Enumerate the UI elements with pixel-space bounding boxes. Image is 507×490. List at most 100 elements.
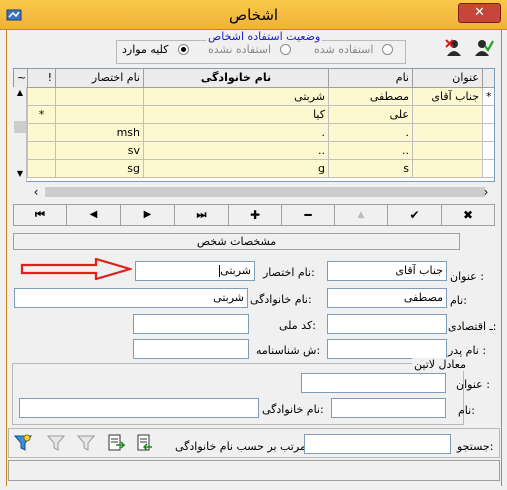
import-icon[interactable] [136,434,154,452]
father-name-input[interactable] [327,339,447,359]
export-icon[interactable] [107,434,125,452]
table-cell-name[interactable]: مصطفی [329,88,413,106]
table-cell-excl[interactable] [28,142,56,160]
table-row-indicator [483,106,494,124]
grid-horizontal-scrollbar[interactable]: ‹ › [13,184,495,200]
filter-icon[interactable] [14,434,32,452]
status-bar [8,460,500,481]
radio-used-label: استفاده شده [314,43,374,56]
radio-all[interactable]: کلیه موارد [122,43,202,57]
father-name-label: نام پدر : [448,344,487,357]
grid-col-indicator [483,69,494,88]
latin-family-input[interactable] [19,398,259,418]
table-cell-title[interactable]: جناب آقای [413,88,483,106]
latin-name-input[interactable] [331,398,446,418]
window-title: اشخاص [228,6,279,24]
economic-code-input[interactable] [327,314,447,334]
grid-col-abbr[interactable]: نام اختصار [56,69,144,88]
latin-title-input[interactable] [301,373,446,393]
person-details-header: مشخصات شخص [13,233,460,250]
nav-first-button[interactable]: ⏮ [14,205,67,225]
title-label: عنوان : [450,270,484,283]
radio-used-circle[interactable] [382,44,393,55]
table-cell-family[interactable]: شربتی [144,88,329,106]
radio-unused-circle[interactable] [280,44,291,55]
grid-col-name[interactable]: نام [329,69,413,88]
nav-next-button[interactable]: ▶ [121,205,175,225]
nav-delete-button[interactable]: ━ [282,205,335,225]
user-remove-icon[interactable] [444,38,464,58]
table-cell-name[interactable]: علی [329,106,413,124]
scroll-left-arrow[interactable]: ‹ [29,184,43,200]
user-accept-icon[interactable] [474,38,494,58]
table-cell-family[interactable]: . [144,124,329,142]
table-cell-family[interactable]: کیا [144,106,329,124]
id-card-input[interactable] [133,339,249,359]
sort-label: مرتب بر حسب نام خانوادگی [175,440,306,453]
grid-col-excl[interactable]: ! [28,69,56,88]
close-button[interactable]: ✕ [458,3,501,23]
title-input[interactable]: جناب آقای [327,261,447,281]
filter-off-icon[interactable] [77,434,95,452]
table-cell-family[interactable]: g [144,160,329,178]
family-label: نام خانوادگی: [250,293,312,306]
abbr-input[interactable]: شربتی [135,261,255,281]
table-cell-abbr[interactable] [56,88,144,106]
radio-all-circle[interactable] [178,44,189,55]
table-cell-excl[interactable] [28,124,56,142]
nav-insert-button[interactable]: ✚ [229,205,282,225]
latin-group-title: معادل لاتین [412,358,468,371]
radio-unused[interactable]: استفاده نشده [208,43,298,57]
scroll-h-thumb[interactable] [45,187,485,197]
table-cell-abbr[interactable] [56,106,144,124]
table-row-indicator: * [483,88,494,106]
national-code-input[interactable] [133,314,249,334]
nav-last-button[interactable]: ⏭ [175,205,229,225]
filter-clear-icon[interactable] [47,434,65,452]
usage-status-title: وضعیت استفاده اشخاص [206,30,323,43]
red-arrow-icon [20,258,132,280]
abbr-label: نام اختصار: [263,266,315,279]
latin-family-label: نام خانوادگی: [262,403,324,416]
latin-name-label: نام: [458,404,475,417]
nav-edit-button[interactable]: ▲ [335,205,388,225]
nav-post-button[interactable]: ✔ [388,205,442,225]
table-cell-abbr[interactable]: sg [56,160,144,178]
table-cell-excl[interactable] [28,160,56,178]
table-cell-name[interactable]: s [329,160,413,178]
nav-prior-button[interactable]: ◀ [67,205,121,225]
table-cell-excl[interactable]: * [28,106,56,124]
table-cell-name[interactable]: . [329,124,413,142]
table-row-indicator [483,124,494,142]
table-row-indicator [483,160,494,178]
name-input[interactable]: مصطفی [327,288,447,308]
grid-vertical-scrollbar[interactable]: ▲ ▼ [13,87,27,182]
sort-input[interactable] [304,434,451,454]
scroll-right-arrow[interactable]: › [479,184,493,200]
scroll-down-arrow[interactable]: ▼ [13,169,27,179]
table-cell-abbr[interactable]: sv [56,142,144,160]
grid-col-title[interactable]: عنوان [413,69,483,88]
table-cell-title[interactable] [413,124,483,142]
radio-used[interactable]: استفاده شده [310,43,400,57]
family-input[interactable]: شربتی [14,288,248,308]
grid-col-family[interactable]: نام خانوادگی [144,69,329,88]
scroll-up-arrow[interactable]: ▲ [13,88,27,98]
table-cell-abbr[interactable]: msh [56,124,144,142]
scroll-thumb[interactable] [14,121,26,133]
nav-cancel-button[interactable]: ✖ [442,205,494,225]
radio-unused-label: استفاده نشده [208,43,272,56]
table-row-indicator [483,142,494,160]
table-cell-title[interactable] [413,142,483,160]
table-cell-excl[interactable] [28,88,56,106]
table-cell-family[interactable]: .. [144,142,329,160]
table-cell-name[interactable]: .. [329,142,413,160]
table-cell-title[interactable] [413,160,483,178]
national-code-label: کد ملی: [279,319,316,332]
id-card-label: ش شناسنامه: [256,344,321,357]
table-cell-title[interactable] [413,106,483,124]
persons-grid[interactable]: ~ ! نام اختصار نام خانوادگی نام عنوان * … [13,68,495,182]
economic-code-label: ـ اقتصادی: [448,320,497,333]
grid-col-tilde[interactable]: ~ [14,69,28,88]
db-navigator: ⏮ ◀ ▶ ⏭ ✚ ━ ▲ ✔ ✖ [13,204,495,226]
